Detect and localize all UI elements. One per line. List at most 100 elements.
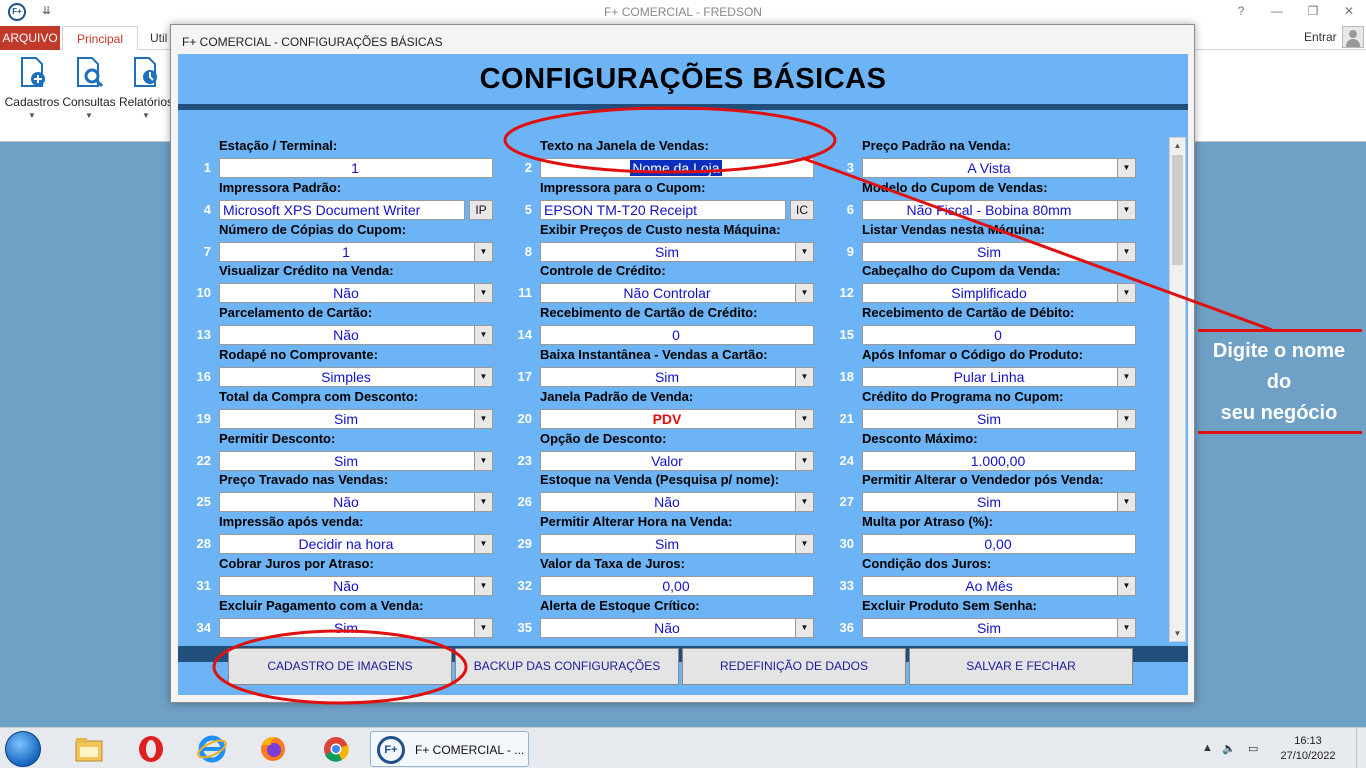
field-22-select[interactable]: Sim ▼: [219, 450, 493, 471]
taskbar-item-fcomercial[interactable]: F+ F+ COMERCIAL - ...: [370, 731, 529, 767]
help-button[interactable]: ?: [1234, 4, 1248, 18]
field-19-value-text: Sim: [333, 410, 359, 427]
chevron-down-icon[interactable]: ▼: [474, 618, 492, 637]
chevron-down-icon[interactable]: ▼: [795, 242, 813, 261]
show-desktop-button[interactable]: [1356, 728, 1366, 768]
chevron-down-icon[interactable]: ▼: [795, 618, 813, 637]
chevron-down-icon[interactable]: ▼: [474, 326, 492, 345]
field-34-select[interactable]: Sim ▼: [219, 617, 493, 638]
field-6-select[interactable]: Não Fiscal - Bobina 80mm ▼: [862, 199, 1136, 220]
field-25-select[interactable]: Não ▼: [219, 492, 493, 513]
field-11-select[interactable]: Não Controlar ▼: [540, 283, 814, 304]
field-35-select[interactable]: Não ▼: [540, 617, 814, 638]
field-29-select[interactable]: Sim ▼: [540, 534, 814, 555]
clock[interactable]: 16:13 27/10/2022: [1280, 734, 1336, 764]
chevron-down-icon[interactable]: ▼: [1117, 284, 1135, 303]
field-32-input[interactable]: 0,00: [540, 576, 814, 596]
chevron-down-icon[interactable]: ▼: [795, 368, 813, 386]
chevron-down-icon[interactable]: ▼: [474, 368, 492, 386]
network-icon[interactable]: ▭: [1248, 742, 1258, 755]
field-14-input[interactable]: 0: [540, 325, 814, 346]
chevron-down-icon[interactable]: ▼: [795, 535, 813, 554]
field-19-select[interactable]: Sim ▼: [219, 408, 493, 429]
chevron-down-icon[interactable]: ▼: [474, 284, 492, 303]
chevron-down-icon[interactable]: ▼: [1117, 200, 1135, 219]
field-5-input[interactable]: EPSON TM-T20 Receipt: [540, 199, 786, 220]
cadastros-button[interactable]: Cadastros ▼: [4, 56, 60, 120]
field-18-select[interactable]: Pular Linha ▼: [862, 367, 1136, 387]
tray-overflow-icon[interactable]: ▲: [1202, 742, 1213, 754]
redefinicao-dados-button[interactable]: REDEFINIÇÃO DE DADOS: [682, 648, 906, 685]
field-13-select[interactable]: Não ▼: [219, 325, 493, 346]
tab-arquivo[interactable]: ARQUIVO: [0, 26, 60, 50]
chevron-down-icon[interactable]: ▼: [1117, 368, 1135, 386]
chevron-down-icon[interactable]: ▼: [474, 577, 492, 595]
tab-principal[interactable]: Principal: [62, 26, 138, 51]
relatorios-button[interactable]: Relatórios ▼: [118, 56, 174, 120]
field-1-input[interactable]: 1: [219, 158, 493, 178]
field-5-printer-button[interactable]: IC: [790, 199, 814, 220]
chevron-down-icon[interactable]: ▼: [1117, 242, 1135, 261]
field-30-input[interactable]: 0,00: [862, 534, 1136, 555]
salvar-fechar-button[interactable]: SALVAR E FECHAR: [909, 648, 1133, 685]
chevron-down-icon[interactable]: ▼: [1117, 493, 1135, 512]
chevron-down-icon[interactable]: ▼: [1117, 618, 1135, 637]
field-27-select[interactable]: Sim ▼: [862, 492, 1136, 513]
user-avatar-icon[interactable]: [1342, 26, 1364, 48]
scroll-down-icon[interactable]: ▼: [1170, 626, 1185, 641]
field-31-select[interactable]: Não ▼: [219, 576, 493, 596]
signin-link[interactable]: Entrar: [1304, 30, 1337, 44]
field-20-select[interactable]: PDV ▼: [540, 408, 814, 429]
field-8-select[interactable]: Sim ▼: [540, 241, 814, 262]
chevron-down-icon[interactable]: ▼: [474, 242, 492, 261]
field-28-select[interactable]: Decidir na hora ▼: [219, 534, 493, 555]
field-21-select[interactable]: Sim ▼: [862, 408, 1136, 429]
field-3-select[interactable]: A Vista ▼: [862, 158, 1136, 178]
field-26-select[interactable]: Não ▼: [540, 492, 814, 513]
chevron-down-icon[interactable]: ▼: [795, 493, 813, 512]
field-15-input[interactable]: 0: [862, 325, 1136, 346]
consultas-button[interactable]: Consultas ▼: [61, 56, 117, 120]
chrome-icon[interactable]: [321, 735, 351, 763]
field-23-select[interactable]: Valor ▼: [540, 450, 814, 471]
tab-util[interactable]: Util: [150, 26, 167, 50]
field-17-select[interactable]: Sim ▼: [540, 367, 814, 387]
field-4-printer-button[interactable]: IP: [469, 199, 493, 220]
chevron-down-icon[interactable]: ▼: [474, 409, 492, 428]
form-scrollbar[interactable]: ▲ ▼: [1169, 137, 1186, 642]
start-button[interactable]: [5, 731, 41, 767]
speaker-icon[interactable]: 🔈: [1222, 742, 1236, 755]
chevron-down-icon[interactable]: ▼: [474, 493, 492, 512]
close-button[interactable]: ✕: [1342, 4, 1356, 18]
minimize-button[interactable]: —: [1270, 4, 1284, 18]
field-36-select[interactable]: Sim ▼: [862, 617, 1136, 638]
chevron-down-icon[interactable]: ▼: [1117, 159, 1135, 177]
chevron-down-icon[interactable]: ▼: [474, 535, 492, 554]
firefox-icon[interactable]: [258, 735, 288, 763]
chevron-down-icon[interactable]: ▼: [1117, 409, 1135, 428]
field-9-select[interactable]: Sim ▼: [862, 241, 1136, 262]
chevron-down-icon[interactable]: ▼: [474, 451, 492, 470]
internet-explorer-icon[interactable]: [197, 735, 227, 763]
field-18-number: 18: [839, 369, 854, 384]
chevron-down-icon[interactable]: ▼: [795, 451, 813, 470]
chevron-down-icon[interactable]: ▼: [1117, 577, 1135, 595]
chevron-down-icon[interactable]: ▼: [795, 409, 813, 428]
field-4-input[interactable]: Microsoft XPS Document Writer: [219, 199, 465, 220]
scroll-up-icon[interactable]: ▲: [1170, 138, 1185, 153]
field-33-select[interactable]: Ao Mês ▼: [862, 576, 1136, 596]
opera-icon[interactable]: [136, 735, 166, 763]
cadastro-imagens-button[interactable]: CADASTRO DE IMAGENS: [228, 648, 452, 685]
backup-configuracoes-button[interactable]: BACKUP DAS CONFIGURAÇÕES: [455, 648, 679, 685]
config-dialog: F+ COMERCIAL - CONFIGURAÇÕES BÁSICAS CON…: [170, 24, 1195, 703]
field-2-input[interactable]: Nome da Loja: [540, 158, 814, 178]
scroll-thumb[interactable]: [1172, 155, 1183, 265]
field-7-select[interactable]: 1 ▼: [219, 241, 493, 262]
restore-button[interactable]: ❐: [1306, 4, 1320, 18]
field-16-select[interactable]: Simples ▼: [219, 367, 493, 387]
field-24-input[interactable]: 1.000,00: [862, 450, 1136, 471]
chevron-down-icon[interactable]: ▼: [795, 284, 813, 303]
field-10-select[interactable]: Não ▼: [219, 283, 493, 304]
field-12-select[interactable]: Simplificado ▼: [862, 283, 1136, 304]
file-explorer-icon[interactable]: [74, 735, 104, 763]
